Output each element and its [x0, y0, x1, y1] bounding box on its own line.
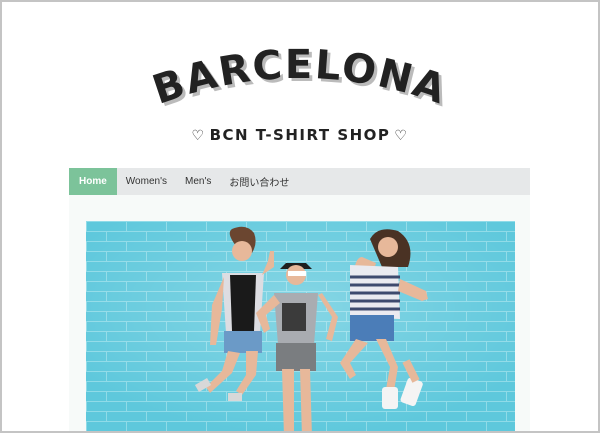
nav-item-contact[interactable]: お問い合わせ [220, 168, 298, 195]
page-frame: BARCELONA BARCELONA ♡BCN T-SHIRT SHOP♡ H… [0, 0, 600, 433]
hero-photo [86, 221, 515, 431]
heart-icon: ♡ [191, 128, 206, 144]
nav-item-womens[interactable]: Women's [117, 168, 176, 195]
logo-arch: BARCELONA BARCELONA [150, 42, 450, 117]
site-tagline: ♡ BCN T-SHIRT SHOP ♡ [2, 126, 598, 144]
nav-item-mens[interactable]: Men's [176, 168, 220, 195]
nav-item-home[interactable]: Home [69, 168, 117, 195]
hero-image [86, 221, 515, 431]
site-logo[interactable]: BARCELONA BARCELONA [2, 42, 598, 122]
heart-icon: ♡ [394, 128, 409, 144]
tagline-text: BCN T-SHIRT SHOP [209, 126, 391, 144]
main-nav: Home Women's Men's お問い合わせ [69, 168, 530, 195]
